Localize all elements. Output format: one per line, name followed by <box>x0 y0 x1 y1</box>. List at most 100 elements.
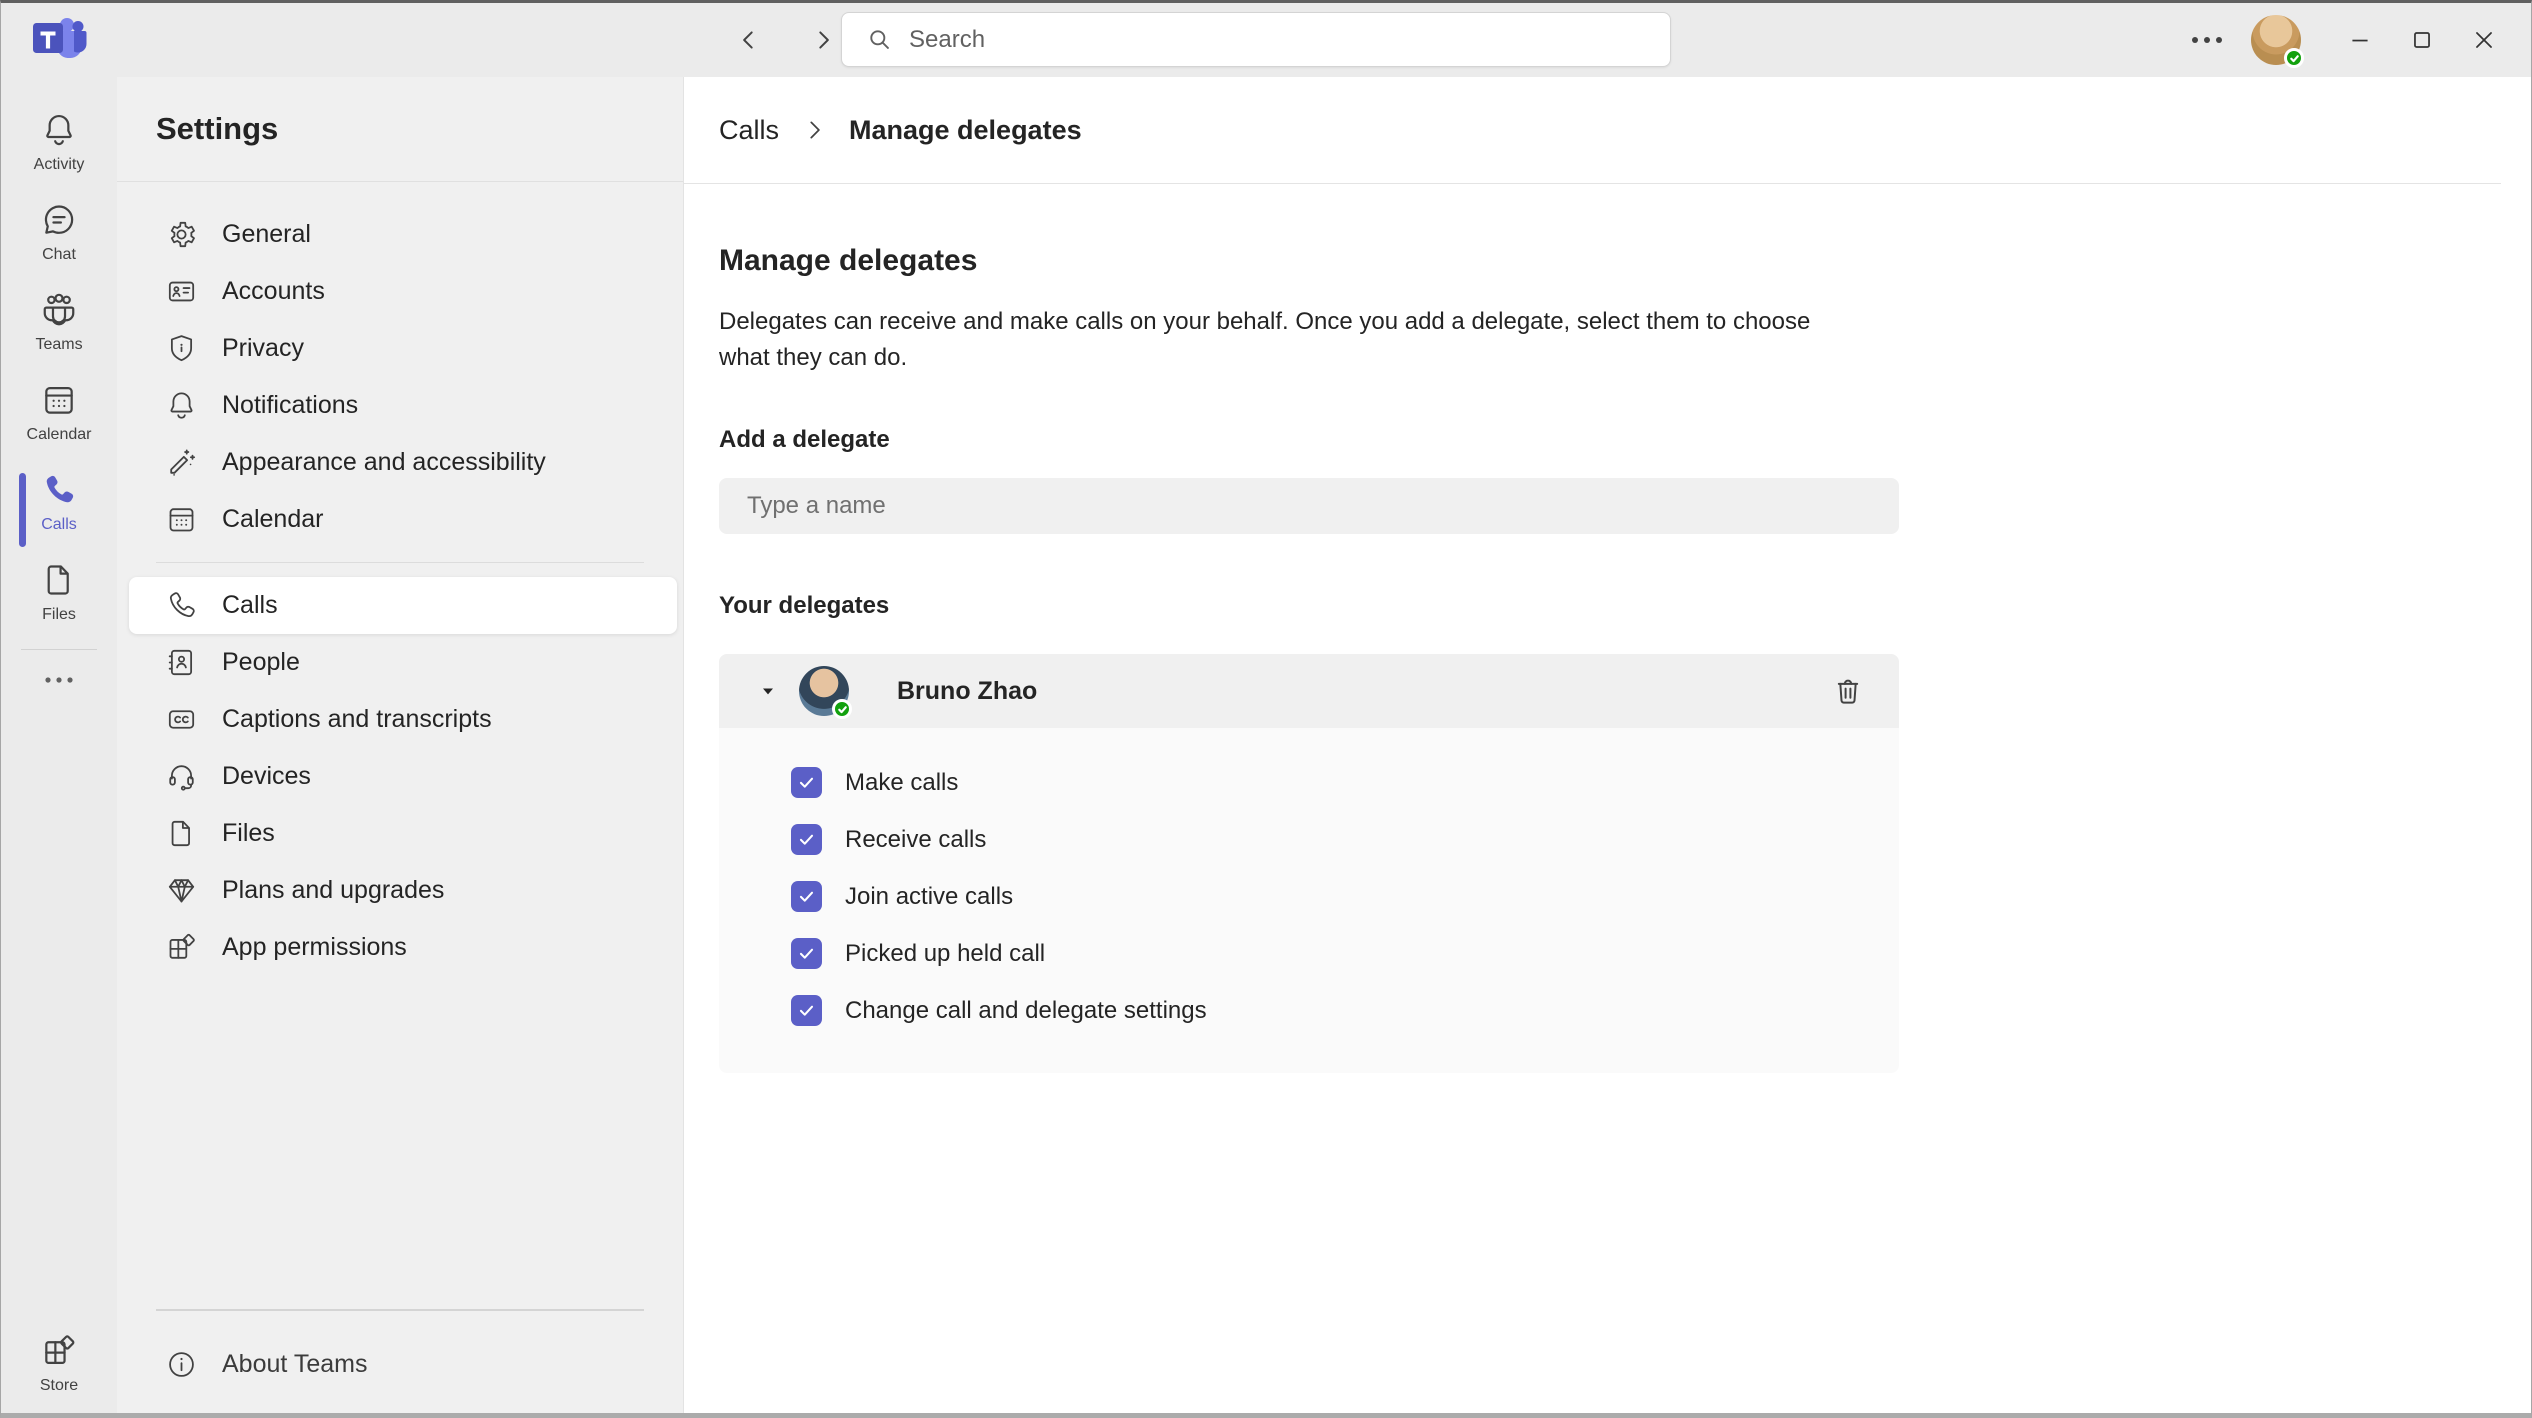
minimize-icon <box>2352 39 2368 42</box>
check-icon <box>799 891 814 902</box>
checkbox-checked[interactable] <box>791 824 822 855</box>
file-icon <box>47 565 69 595</box>
rail-item-calendar[interactable]: Calendar <box>1 371 117 452</box>
history-nav <box>729 3 843 77</box>
calendar-icon <box>45 387 73 414</box>
minimize-button[interactable] <box>2329 3 2391 77</box>
settings-item-label: Calls <box>222 591 278 619</box>
checkbox-checked[interactable] <box>791 767 822 798</box>
breadcrumb-current: Manage delegates <box>849 114 1082 145</box>
bell-icon <box>170 392 193 419</box>
rail-label: Store <box>39 1377 79 1394</box>
rail-more-apps-button[interactable] <box>44 670 74 694</box>
permission-picked-up-held-call[interactable]: Picked up held call <box>719 925 1899 982</box>
settings-item-calls[interactable]: Calls <box>129 577 677 634</box>
settings-item-devices[interactable]: Devices <box>117 748 683 805</box>
rail-item-teams[interactable]: Teams <box>1 281 117 362</box>
rail-item-chat[interactable]: Chat <box>1 191 117 272</box>
rail-label: Activity <box>33 156 85 173</box>
trash-icon <box>1837 679 1859 704</box>
rail-item-store[interactable]: Store <box>1 1322 117 1403</box>
permission-receive-calls[interactable]: Receive calls <box>719 811 1899 868</box>
settings-item-notifications[interactable]: Notifications <box>117 377 683 434</box>
diamond-icon <box>168 879 195 903</box>
permission-make-calls[interactable]: Make calls <box>719 754 1899 811</box>
settings-item-general[interactable]: General <box>117 206 683 263</box>
title-bar: Search <box>1 3 2531 77</box>
presence-available-badge <box>832 699 852 719</box>
maximize-button[interactable] <box>2391 3 2453 77</box>
settings-item-plans[interactable]: Plans and upgrades <box>117 862 683 919</box>
rail-item-activity[interactable]: Activity <box>1 101 117 182</box>
rail-label: Teams <box>35 336 83 353</box>
delegate-avatar <box>799 666 852 719</box>
settings-item-app-permissions[interactable]: App permissions <box>117 919 683 976</box>
checkbox-checked[interactable] <box>791 938 822 969</box>
check-icon <box>799 948 814 959</box>
collapse-expander-button[interactable] <box>755 678 781 704</box>
permission-label: Change call and delegate settings <box>845 996 1207 1024</box>
check-icon <box>799 834 814 845</box>
delegate-permissions: Make calls Receive calls Join active cal… <box>719 728 1899 1073</box>
rail-item-calls[interactable]: Calls <box>1 461 117 547</box>
settings-item-label: Captions and transcripts <box>222 705 492 733</box>
settings-item-label: People <box>222 648 300 676</box>
settings-item-files[interactable]: Files <box>117 805 683 862</box>
sidebar-bottom-divider <box>156 1309 644 1311</box>
breadcrumb: Calls Manage delegates <box>684 77 2531 183</box>
settings-item-people[interactable]: People <box>117 634 683 691</box>
delegate-card: Bruno Zhao Make calls Receive calls Join… <box>719 654 1899 1073</box>
settings-item-label: Appearance and accessibility <box>222 448 546 476</box>
check-icon <box>799 777 814 788</box>
settings-item-label: Accounts <box>222 277 325 305</box>
rail-label: Files <box>42 606 76 623</box>
delegate-search-input[interactable] <box>719 478 1899 534</box>
permission-join-active-calls[interactable]: Join active calls <box>719 868 1899 925</box>
permission-change-settings[interactable]: Change call and delegate settings <box>719 982 1899 1039</box>
search-input[interactable]: Search <box>841 12 1671 67</box>
main-panel: Calls Manage delegates Manage delegates … <box>684 77 2531 1413</box>
about-teams-button[interactable]: About Teams <box>117 1329 683 1399</box>
user-avatar[interactable] <box>2251 15 2304 68</box>
forward-button[interactable] <box>803 20 843 60</box>
checkbox-checked[interactable] <box>791 995 822 1026</box>
settings-header: Settings <box>117 77 683 182</box>
gear-icon <box>170 221 195 248</box>
settings-item-captions[interactable]: Captions and transcripts <box>117 691 683 748</box>
app-rail: Activity Chat Teams Calendar Calls Files… <box>1 77 117 1413</box>
checkbox-checked[interactable] <box>791 881 822 912</box>
phone-outline-icon <box>169 592 195 618</box>
close-icon <box>2476 32 2492 48</box>
permission-label: Make calls <box>845 768 959 796</box>
settings-item-appearance[interactable]: Appearance and accessibility <box>117 434 683 491</box>
back-button[interactable] <box>729 20 769 60</box>
delegate-row-header[interactable]: Bruno Zhao <box>719 654 1899 728</box>
settings-item-privacy[interactable]: Privacy <box>117 320 683 377</box>
selected-accent-bar <box>19 473 26 547</box>
phone-icon <box>46 475 74 503</box>
settings-item-calendar[interactable]: Calendar <box>117 491 683 548</box>
permission-label: Picked up held call <box>845 939 1046 967</box>
settings-title: Settings <box>156 111 279 146</box>
more-options-button[interactable] <box>2175 3 2239 77</box>
delete-delegate-button[interactable] <box>1831 674 1865 708</box>
delegate-name: Bruno Zhao <box>897 676 1038 705</box>
close-button[interactable] <box>2453 3 2515 77</box>
titlebar-controls <box>2175 3 2515 77</box>
settings-item-label: Files <box>222 819 275 847</box>
caret-down-icon <box>763 688 773 695</box>
rail-label: Calls <box>41 516 77 533</box>
headset-icon <box>169 765 194 791</box>
forward-arrow-icon <box>819 31 829 49</box>
check-icon <box>799 1005 814 1016</box>
rail-item-files[interactable]: Files <box>1 551 117 632</box>
breadcrumb-calls-link[interactable]: Calls <box>719 115 779 146</box>
app-grid-icon <box>169 933 195 959</box>
contact-book-icon <box>168 649 193 676</box>
search-placeholder: Search <box>909 25 986 53</box>
settings-item-accounts[interactable]: Accounts <box>117 263 683 320</box>
teams-logo-icon <box>27 11 87 67</box>
rail-divider <box>21 649 97 650</box>
chat-icon <box>44 205 74 234</box>
wand-icon <box>170 449 196 476</box>
